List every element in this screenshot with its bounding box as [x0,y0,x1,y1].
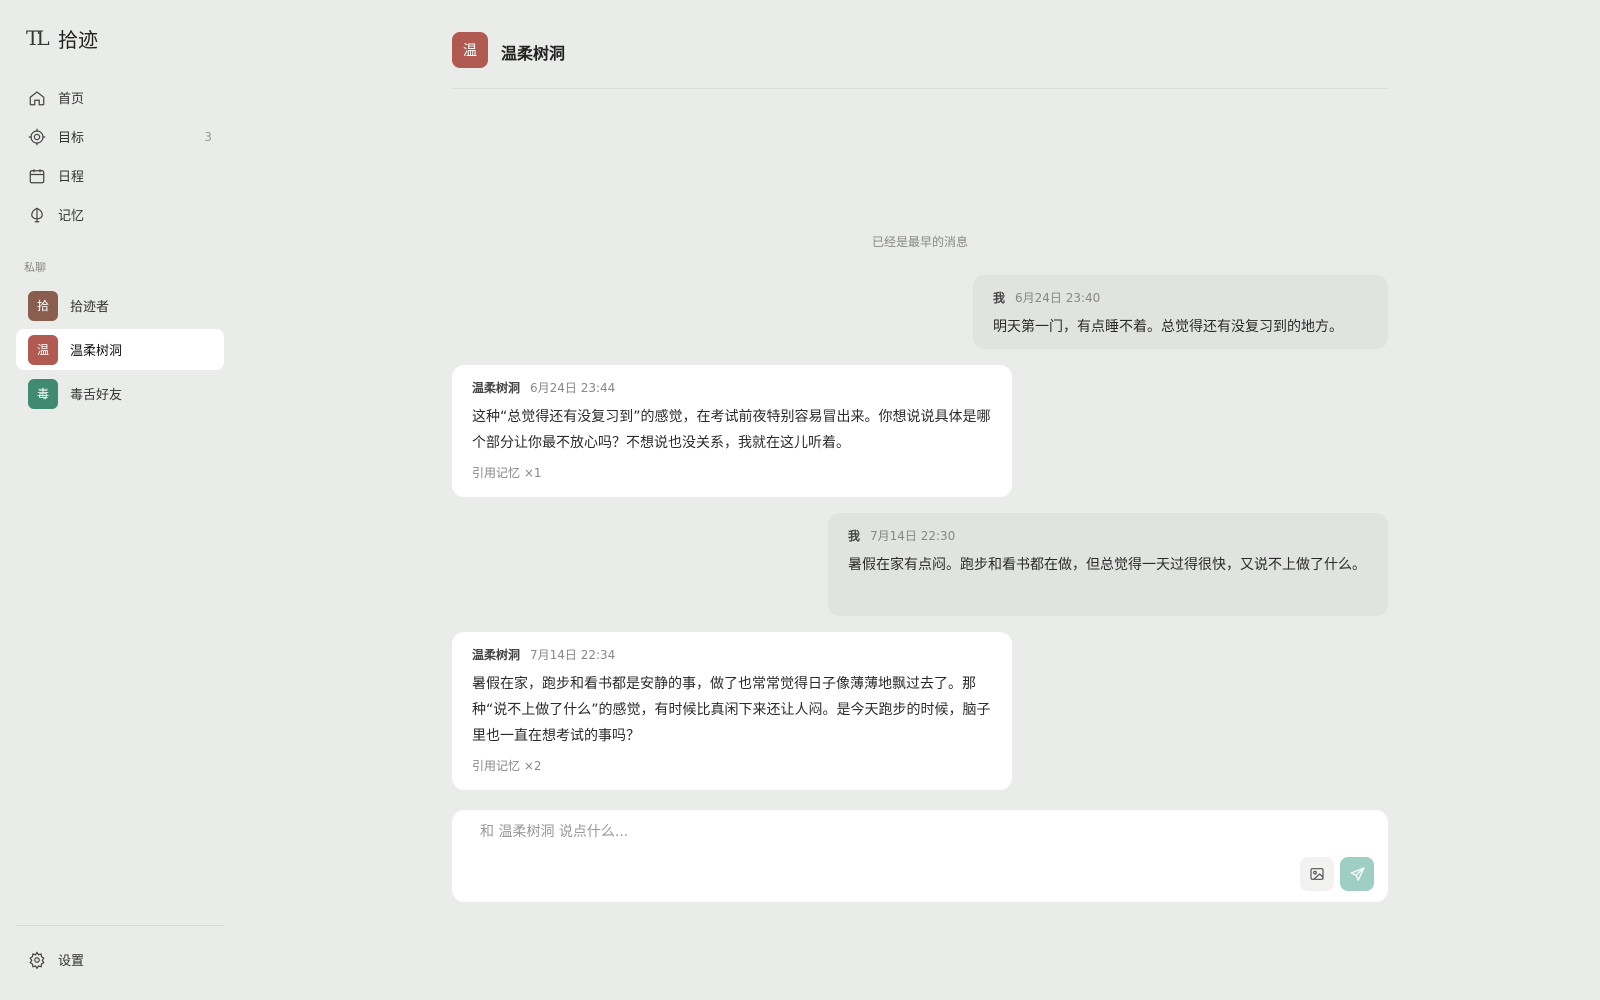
target-icon [28,128,46,145]
message-text: 暑假在家，跑步和看书都是安静的事，做了也常常觉得日子像薄薄地飘过去了。那种“说不… [472,676,991,744]
main-nav: 首页 目标 3 日程 记忆 [16,78,224,234]
settings-label: 设置 [58,954,85,969]
message-time: 7月14日 22:30 [870,529,956,543]
avatar: 毒 [28,378,58,409]
nav-item-goals[interactable]: 目标 3 [16,117,224,156]
chat-title: 温柔树洞 [501,44,566,63]
nav-label: 记忆 [58,209,85,224]
private-chats-label: 私聊 [24,261,46,274]
message-meta: 温柔树洞 6月24日 23:44 [472,379,992,396]
message-meta: 我 6月24日 23:40 [993,289,1368,306]
app-name: 拾迹 [58,27,98,52]
memory-citation-link[interactable]: 引用记忆 ×1 [472,464,992,481]
avatar: 温 [452,32,488,68]
message-composer [452,810,1388,902]
message-bubble-bot: 温柔树洞 6月24日 23:44 这种“总觉得还有没复习到”的感觉，在考试前夜特别… [452,365,1012,497]
contact-item-wenrou-shudong[interactable]: 温 温柔树洞 [16,329,224,370]
calendar-icon [29,168,45,183]
memory-icon [31,207,43,222]
settings-button[interactable]: 设置 [28,950,84,969]
nav-label: 日程 [58,170,85,185]
message-sender: 温柔树洞 [472,381,521,395]
attach-image-button[interactable] [1300,857,1334,891]
goals-count-badge: 3 [204,129,212,144]
avatar: 温 [28,334,58,365]
nav-item-memory[interactable]: 记忆 [16,195,224,234]
contact-name: 温柔树洞 [70,344,123,359]
send-button[interactable] [1340,857,1374,891]
image-icon [1310,868,1324,880]
citation-count: ×1 [523,466,542,480]
message-time: 7月14日 22:34 [530,648,616,662]
nav-label: 首页 [58,92,85,107]
contact-item-shijizhe[interactable]: 拾 拾迹者 [16,285,224,326]
gear-icon [29,950,45,969]
logo-mark: TL [26,26,50,50]
avatar: 拾 [28,290,58,321]
send-icon [1349,866,1365,881]
nav-item-schedule[interactable]: 日程 [16,156,224,195]
home-icon [29,90,45,105]
message-input[interactable] [480,824,1280,840]
message-bubble-mine: 我 7月14日 22:30 暑假在家有点闷。跑步和看书都在做，但总觉得一天过得很快… [828,513,1388,616]
message-meta: 我 7月14日 22:30 [848,527,1368,544]
message-sender: 温柔树洞 [472,648,521,662]
message-text: 这种“总觉得还有没复习到”的感觉，在考试前夜特别容易冒出来。你想说说具体是哪个部… [472,409,991,451]
message-sender: 我 [993,291,1006,305]
message-text: 暑假在家有点闷。跑步和看书都在做，但总觉得一天过得很快，又说不上做了什么。 [848,557,1366,573]
message-time: 6月24日 23:44 [530,381,616,395]
message-bubble-mine: 我 6月24日 23:40 明天第一门，有点睡不着。总觉得还有没复习到的地方。 [973,275,1388,349]
contact-name: 拾迹者 [70,300,110,315]
message-text: 明天第一门，有点睡不着。总觉得还有没复习到的地方。 [993,319,1343,335]
citation-count: ×2 [523,759,542,773]
message-meta: 温柔树洞 7月14日 22:34 [472,646,992,663]
contact-list: 拾 拾迹者 温 温柔树洞 毒 毒舌好友 [16,285,224,417]
message-sender: 我 [848,529,861,543]
sidebar: TL 拾迹 首页 目标 3 日程 记忆 私聊 拾 拾迹者 温 温柔树洞 毒 毒舌… [0,0,240,1000]
app-logo[interactable]: TL 拾迹 [26,24,98,52]
sidebar-divider [16,925,224,926]
message-time: 6月24日 23:40 [1015,291,1101,305]
nav-item-home[interactable]: 首页 [16,78,224,117]
contact-item-dushe-haoyou[interactable]: 毒 毒舌好友 [16,373,224,414]
message-bubble-bot: 温柔树洞 7月14日 22:34 暑假在家，跑步和看书都是安静的事，做了也常常觉得… [452,632,1012,790]
nav-label: 目标 [58,131,85,146]
earliest-message-notice: 已经是最早的消息 [871,235,968,249]
contact-name: 毒舌好友 [70,388,123,403]
chat-header: 温 温柔树洞 [452,32,1388,89]
memory-citation-link[interactable]: 引用记忆 ×2 [472,757,992,774]
citation-label: 引用记忆 [472,466,521,480]
citation-label: 引用记忆 [472,759,521,773]
